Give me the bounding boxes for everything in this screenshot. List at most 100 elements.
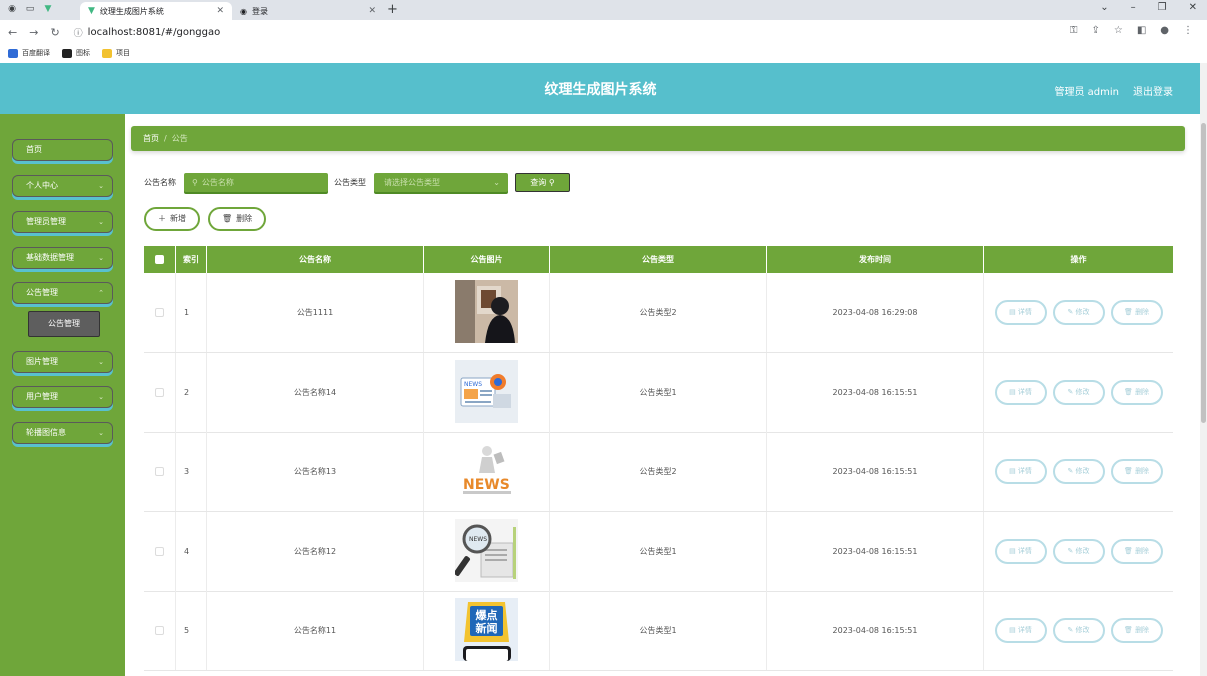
- delete-button[interactable]: 🗑 删除: [1110, 459, 1163, 484]
- sidebar-item-admins[interactable]: 管理员管理 ⌄: [12, 211, 113, 233]
- row-checkbox[interactable]: [155, 308, 164, 317]
- bookmark-item[interactable]: 百度翻译: [8, 48, 50, 58]
- plus-icon: ＋: [158, 214, 166, 223]
- tab-close-icon[interactable]: ✕: [368, 6, 376, 16]
- edit-button-label: 修改: [1075, 387, 1090, 396]
- breadcrumb-home[interactable]: 首页: [143, 134, 159, 143]
- sidebar-item-carousel[interactable]: 轮播图信息 ⌄: [12, 422, 113, 444]
- edit-button[interactable]: ✎ 修改: [1052, 538, 1105, 564]
- table-row: 1 公告1111 公告类型2 2023-04-08 16:29:08 ▤ 详情 ✎ 修改…: [144, 273, 1173, 353]
- type-cell: 公告类型1: [550, 352, 767, 432]
- edit-button[interactable]: ✎ 修改: [1052, 618, 1105, 643]
- address-bar: ← → ↻ ⓘ localhost:8081/#/gonggao ⚿ ⇪ ☆ ◧…: [0, 20, 1207, 44]
- key-icon[interactable]: ⚿: [1070, 25, 1078, 36]
- tab-strip-icons: ◉ ▭ ▼: [6, 3, 54, 15]
- pencil-icon: ✎: [1067, 308, 1076, 316]
- forward-arrow-icon[interactable]: →: [29, 26, 38, 39]
- back-arrow-icon[interactable]: ←: [8, 26, 17, 39]
- edit-button[interactable]: ✎ 修改: [1052, 459, 1105, 484]
- select-all-checkbox[interactable]: [155, 255, 164, 264]
- table-row: 4 公告名称12 NEWS 公告类型1 2023-04-08 16:15:51 ▤ 详…: [144, 511, 1173, 592]
- batch-delete-button[interactable]: 🗑 删除: [208, 207, 267, 231]
- site-info-icon[interactable]: ⓘ: [74, 26, 83, 39]
- edit-button[interactable]: ✎ 修改: [1052, 379, 1105, 405]
- bookmark-item[interactable]: 项目: [102, 48, 130, 58]
- bookmarks-bar: 百度翻译 图标 项目: [0, 44, 1207, 62]
- tab-search-icon[interactable]: ▭: [24, 3, 36, 15]
- sidebar-item-announcements[interactable]: 公告管理 ⌃: [12, 282, 113, 304]
- svg-text:NEWS: NEWS: [464, 381, 482, 388]
- logout-link[interactable]: 退出登录: [1133, 83, 1173, 98]
- detail-button-label: 详情: [1017, 626, 1032, 634]
- detail-button[interactable]: ▤ 详情: [994, 459, 1047, 484]
- new-tab-icon[interactable]: +: [387, 2, 398, 17]
- reload-icon[interactable]: ↻: [50, 26, 59, 39]
- sidebar-item-base-data[interactable]: 基础数据管理 ⌄: [12, 247, 113, 269]
- detail-button-label: 详情: [1017, 387, 1032, 396]
- chrome-menu-icon[interactable]: ◉: [6, 3, 18, 15]
- submenu-item-announcement-manage[interactable]: 公告管理: [28, 311, 100, 337]
- delete-button-label: 删除: [1135, 546, 1150, 555]
- sidepanel-icon[interactable]: ◧: [1137, 25, 1146, 36]
- delete-button[interactable]: 🗑 删除: [1110, 300, 1163, 325]
- document-icon: ▤: [1009, 626, 1018, 634]
- scrollbar-thumb[interactable]: [1201, 123, 1206, 423]
- delete-button[interactable]: 🗑 删除: [1110, 538, 1163, 564]
- row-checkbox[interactable]: [155, 387, 164, 397]
- type-cell: 公告类型2: [550, 273, 767, 352]
- bookmark-item[interactable]: 图标: [62, 48, 90, 58]
- share-icon[interactable]: ⇪: [1091, 25, 1099, 36]
- type-select[interactable]: 请选择公告类型 ⌄: [374, 172, 508, 192]
- query-button[interactable]: 查询 ⚲: [515, 172, 570, 192]
- detail-button[interactable]: ▤ 详情: [994, 379, 1047, 405]
- detail-button[interactable]: ▤ 详情: [994, 618, 1047, 643]
- kebab-menu-icon[interactable]: ⋮: [1183, 25, 1193, 36]
- detail-button[interactable]: ▤ 详情: [994, 300, 1047, 325]
- add-button[interactable]: ＋ 新增: [144, 207, 200, 231]
- search-icon: ⚲: [192, 177, 198, 187]
- sidebar-item-profile[interactable]: 个人中心 ⌄: [12, 175, 113, 197]
- index-cell: 3: [176, 432, 207, 511]
- detail-button[interactable]: ▤ 详情: [994, 538, 1047, 564]
- select-placeholder: 请选择公告类型: [384, 177, 440, 187]
- name-cell: 公告名称14: [207, 352, 424, 432]
- close-window-icon[interactable]: ✕: [1189, 2, 1197, 13]
- tab-active[interactable]: ▼ 纹理生成图片系统 ✕: [80, 2, 232, 20]
- vue-tab-group-icon[interactable]: ▼: [42, 3, 54, 15]
- row-select-cell: [144, 352, 176, 432]
- sidebar-item-label: 首页: [26, 145, 42, 154]
- tab-close-icon[interactable]: ✕: [216, 6, 224, 16]
- restore-icon[interactable]: ❐: [1158, 2, 1167, 13]
- edit-button-label: 修改: [1075, 546, 1090, 555]
- delete-button[interactable]: 🗑 删除: [1110, 618, 1163, 643]
- actions-cell: ▤ 详情 ✎ 修改 🗑 删除: [984, 353, 1173, 432]
- breadcrumb-current: 公告: [171, 134, 188, 143]
- edit-button-label: 修改: [1075, 626, 1090, 634]
- star-icon[interactable]: ☆: [1114, 25, 1123, 36]
- row-checkbox[interactable]: [155, 546, 164, 556]
- url-field[interactable]: ⓘ localhost:8081/#/gonggao: [74, 26, 221, 39]
- minimize-icon[interactable]: –: [1131, 2, 1136, 13]
- sidebar-item-label: 管理员管理: [26, 217, 66, 226]
- sidebar-item-users[interactable]: 用户管理 ⌄: [12, 386, 113, 408]
- row-checkbox[interactable]: [155, 467, 164, 476]
- name-cell: 公告名称11: [207, 591, 424, 670]
- tab-inactive[interactable]: ◉ 登录 ✕: [232, 2, 384, 20]
- time-cell: 2023-04-08 16:15:51: [767, 591, 984, 670]
- sidebar-item-label: 轮播图信息: [26, 428, 66, 437]
- index-cell: 1: [176, 273, 207, 352]
- sidebar-item-images[interactable]: 图片管理 ⌄: [12, 351, 113, 373]
- page-scrollbar[interactable]: [1200, 63, 1207, 676]
- breadcrumb-separator: /: [164, 134, 167, 143]
- delete-button-label: 删除: [1135, 467, 1150, 475]
- sidebar-item-home[interactable]: 首页: [12, 139, 113, 161]
- profile-icon[interactable]: ●: [1160, 25, 1169, 36]
- delete-button[interactable]: 🗑 删除: [1110, 379, 1163, 405]
- row-actions: ▤ 详情 ✎ 修改 🗑 删除: [984, 432, 1173, 511]
- index-cell: 2: [176, 352, 207, 432]
- row-checkbox[interactable]: [155, 626, 164, 635]
- name-search-input[interactable]: ⚲ 公告名称: [184, 172, 328, 192]
- edit-button[interactable]: ✎ 修改: [1052, 300, 1105, 325]
- table-row: 2 公告名称14 NEWS 公告类型1 2023-04-08 16:15:51 ▤ 详…: [144, 352, 1173, 433]
- tab-list-chevron-icon[interactable]: ⌄: [1100, 2, 1108, 13]
